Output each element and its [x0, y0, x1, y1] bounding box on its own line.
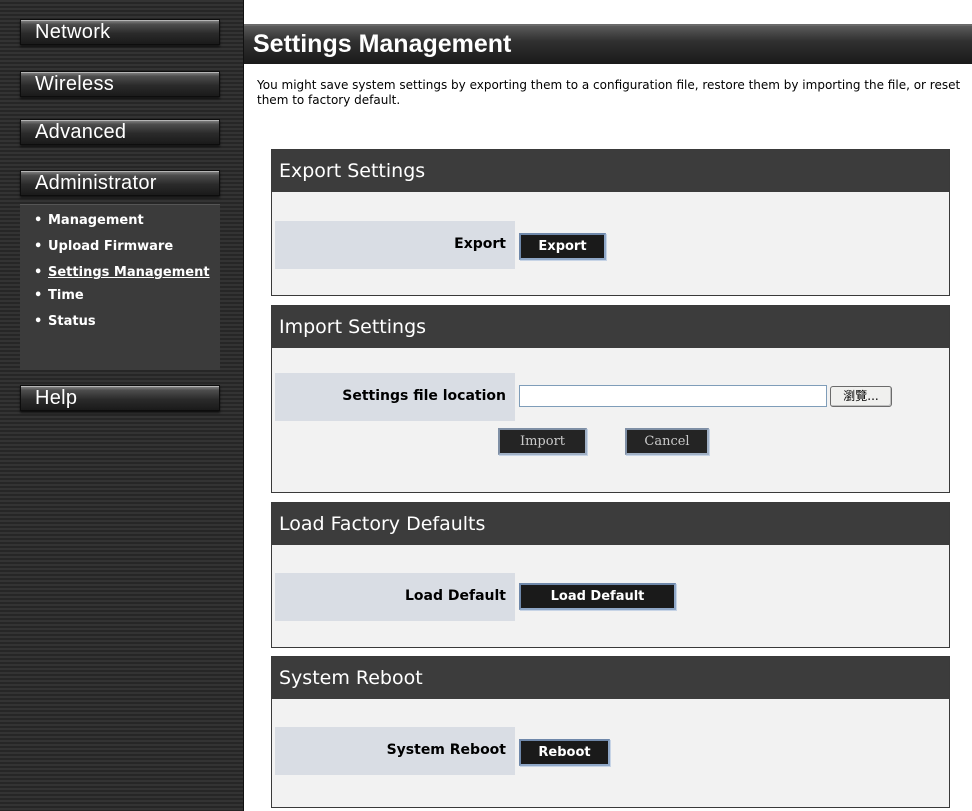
- load-default-label: Load Default: [405, 588, 506, 604]
- submenu-item-settings-management[interactable]: Settings Management: [34, 265, 220, 280]
- nav-network-button[interactable]: Network: [20, 19, 220, 45]
- import-settings-section: Import Settings Settings file location 瀏…: [271, 305, 950, 493]
- submenu-item-label: Status: [48, 314, 96, 329]
- section-title: System Reboot: [272, 657, 949, 699]
- nav-help-button[interactable]: Help: [20, 385, 220, 411]
- submenu-item-label: Settings Management: [48, 265, 210, 280]
- system-reboot-section: System Reboot System Reboot Reboot: [271, 656, 950, 808]
- page-title-bar: Settings Management: [244, 26, 972, 64]
- export-settings-section: Export Settings Export Export: [271, 149, 950, 296]
- browse-button[interactable]: 瀏覽...: [830, 386, 892, 407]
- import-button[interactable]: Import: [498, 428, 587, 455]
- nav-advanced-button[interactable]: Advanced: [20, 119, 220, 145]
- section-title: Import Settings: [272, 306, 949, 348]
- sidebar: Network Wireless Advanced Administrator …: [0, 0, 244, 811]
- reboot-button[interactable]: Reboot: [519, 739, 610, 766]
- nav-wireless-button[interactable]: Wireless: [20, 71, 220, 97]
- system-reboot-label: System Reboot: [386, 742, 506, 758]
- submenu-item-upload-firmware[interactable]: Upload Firmware: [34, 239, 220, 254]
- load-default-button[interactable]: Load Default: [519, 583, 676, 610]
- page-title: Settings Management: [253, 30, 512, 58]
- page-intro-text: You might save system settings by export…: [257, 78, 961, 107]
- administrator-submenu: Management Upload Firmware Settings Mana…: [20, 204, 220, 370]
- submenu-item-management[interactable]: Management: [34, 213, 220, 228]
- section-title: Export Settings: [272, 150, 949, 192]
- cancel-button[interactable]: Cancel: [625, 428, 709, 455]
- export-button[interactable]: Export: [519, 233, 606, 260]
- submenu-item-time[interactable]: Time: [34, 288, 220, 303]
- submenu-item-label: Management: [48, 213, 144, 228]
- settings-file-input[interactable]: [519, 385, 827, 407]
- settings-file-location-label: Settings file location: [342, 388, 506, 404]
- submenu-item-status[interactable]: Status: [34, 314, 220, 329]
- submenu-item-label: Time: [48, 288, 84, 303]
- nav-administrator-button[interactable]: Administrator: [20, 170, 220, 196]
- section-title: Load Factory Defaults: [272, 503, 949, 545]
- load-factory-defaults-section: Load Factory Defaults Load Default Load …: [271, 502, 950, 648]
- submenu-item-label: Upload Firmware: [48, 239, 174, 254]
- export-label: Export: [454, 236, 506, 252]
